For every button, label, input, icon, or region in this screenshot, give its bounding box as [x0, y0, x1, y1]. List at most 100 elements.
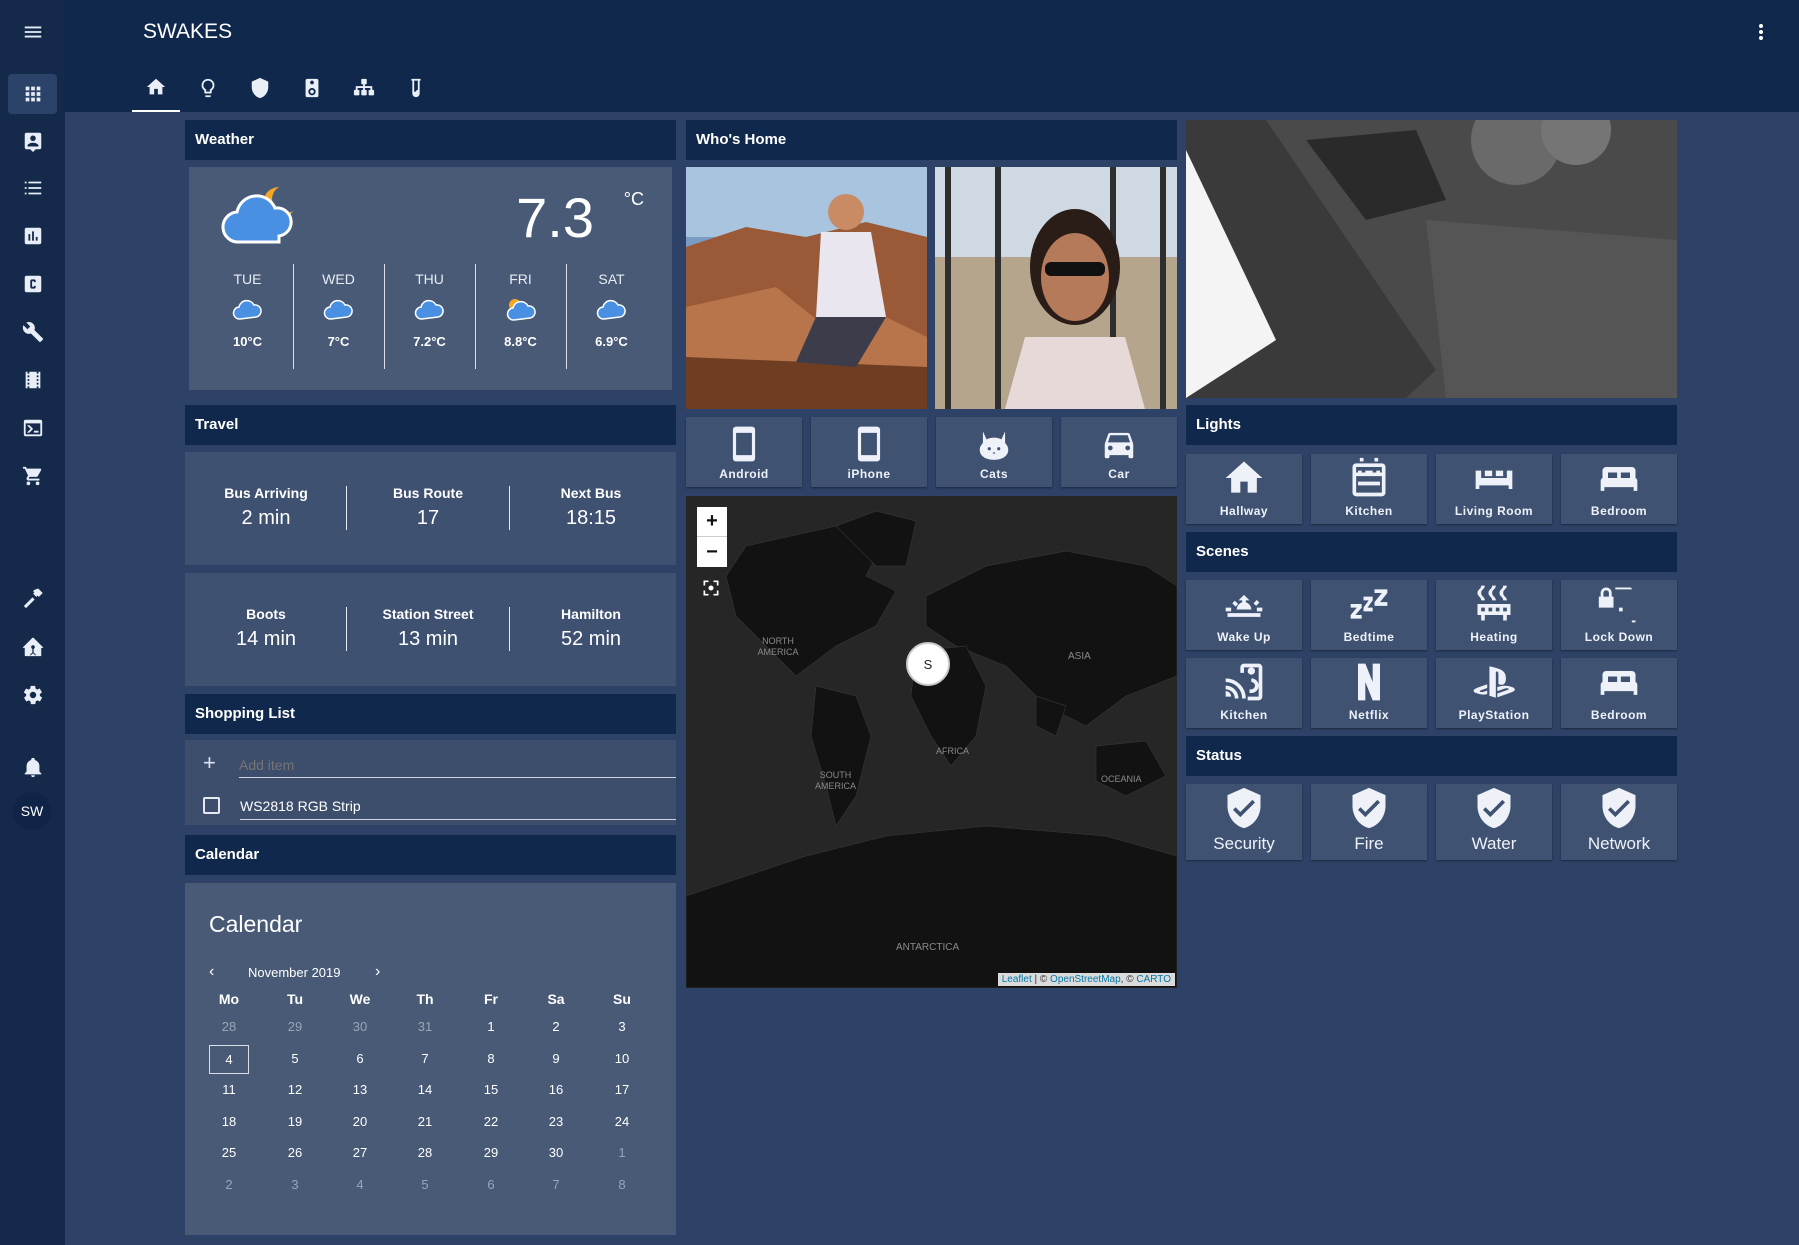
presence-iphone[interactable]: iPhone: [811, 417, 927, 487]
calendar-day[interactable]: 28: [199, 1019, 259, 1034]
calendar-day[interactable]: 17: [592, 1082, 652, 1097]
shopping-item[interactable]: WS2818 RGB Strip: [240, 796, 676, 820]
item-checkbox[interactable]: [203, 797, 220, 814]
calendar-day[interactable]: 27: [330, 1145, 390, 1160]
film-icon[interactable]: [8, 360, 57, 400]
status-network[interactable]: Network: [1561, 784, 1677, 860]
presence-android[interactable]: Android: [686, 417, 802, 487]
hammer-icon[interactable]: [8, 579, 57, 619]
light-hallway[interactable]: Hallway: [1186, 454, 1302, 524]
calendar-day[interactable]: 22: [461, 1114, 521, 1129]
zoom-out-button[interactable]: −: [697, 537, 727, 567]
calendar-day[interactable]: 9: [526, 1051, 586, 1066]
calendar-day[interactable]: 3: [265, 1177, 325, 1192]
person-photo-1[interactable]: [686, 167, 927, 409]
calendar-day[interactable]: 26: [265, 1145, 325, 1160]
chart-icon[interactable]: [8, 216, 57, 256]
list-icon[interactable]: [8, 168, 57, 208]
calendar-day[interactable]: 1: [592, 1145, 652, 1160]
light-bedroom[interactable]: Bedroom: [1561, 454, 1677, 524]
add-item-icon[interactable]: +: [203, 750, 216, 776]
person-card-icon[interactable]: [8, 121, 57, 161]
tab-security[interactable]: [236, 64, 284, 112]
scene-netflix[interactable]: Netflix: [1311, 658, 1427, 728]
scene-heating[interactable]: Heating: [1436, 580, 1552, 650]
scene-kitchen[interactable]: Kitchen: [1186, 658, 1302, 728]
tab-lights[interactable]: [184, 64, 232, 112]
calendar-day[interactable]: 8: [461, 1051, 521, 1066]
light-kitchen[interactable]: Kitchen: [1311, 454, 1427, 524]
scene-lock-down[interactable]: Lock Down: [1561, 580, 1677, 650]
calendar-day[interactable]: 2: [526, 1019, 586, 1034]
more-menu-icon[interactable]: [1749, 20, 1773, 44]
calendar-day[interactable]: 29: [461, 1145, 521, 1160]
calendar-day[interactable]: 4: [209, 1044, 249, 1074]
calendar-day[interactable]: 25: [199, 1145, 259, 1160]
calendar-day[interactable]: 30: [526, 1145, 586, 1160]
calendar-day[interactable]: 3: [592, 1019, 652, 1034]
light-living-room[interactable]: Living Room: [1436, 454, 1552, 524]
status-water[interactable]: Water: [1436, 784, 1552, 860]
prev-month-icon[interactable]: ‹: [209, 963, 214, 981]
leaflet-link[interactable]: Leaflet: [1002, 974, 1032, 985]
camera-feed[interactable]: [1186, 120, 1677, 398]
calendar-day[interactable]: 7: [395, 1051, 455, 1066]
weather-card[interactable]: 7.3 °C TUE 10°C WED 7°C THU 7.2°C FRI 8.…: [189, 167, 672, 390]
carto-link[interactable]: CARTO: [1136, 974, 1171, 985]
calendar-day[interactable]: 30: [330, 1019, 390, 1034]
calendar-day[interactable]: 10: [592, 1051, 652, 1066]
status-fire[interactable]: Fire: [1311, 784, 1427, 860]
calendar-day[interactable]: 11: [199, 1082, 259, 1097]
terminal-icon[interactable]: [8, 408, 57, 448]
gear-icon[interactable]: [8, 675, 57, 715]
person-photo-2[interactable]: [935, 167, 1177, 409]
calendar-day[interactable]: 7: [526, 1177, 586, 1192]
avatar[interactable]: SW: [13, 792, 51, 830]
tab-test[interactable]: [392, 64, 440, 112]
calendar-day[interactable]: 6: [330, 1051, 390, 1066]
scene-wake-up[interactable]: Wake Up: [1186, 580, 1302, 650]
tab-media[interactable]: [288, 64, 336, 112]
fit-map-icon[interactable]: [701, 578, 721, 598]
travel-row-2[interactable]: Boots 14 min Station Street 13 min Hamilto…: [185, 573, 676, 686]
calendar-day[interactable]: 14: [395, 1082, 455, 1097]
zoom-in-button[interactable]: +: [697, 507, 727, 537]
calendar-day[interactable]: 15: [461, 1082, 521, 1097]
presence-cats[interactable]: Cats: [936, 417, 1052, 487]
tab-network[interactable]: [340, 64, 388, 112]
calendar-day[interactable]: 23: [526, 1114, 586, 1129]
openstreetmap-link[interactable]: OpenStreetMap: [1050, 974, 1121, 985]
calendar-day[interactable]: 6: [461, 1177, 521, 1192]
calendar-day[interactable]: 31: [395, 1019, 455, 1034]
calendar-day[interactable]: 2: [199, 1177, 259, 1192]
calendar-day[interactable]: 8: [592, 1177, 652, 1192]
cart-icon[interactable]: [8, 456, 57, 496]
travel-row-1[interactable]: Bus Arriving 2 min Bus Route 17 Next Bus 18…: [185, 452, 676, 565]
tab-home[interactable]: [132, 64, 180, 112]
scene-bedtime[interactable]: Bedtime: [1311, 580, 1427, 650]
menu-icon[interactable]: [8, 12, 57, 52]
calendar-day[interactable]: 12: [265, 1082, 325, 1097]
calendar-day[interactable]: 5: [265, 1051, 325, 1066]
scene-playstation[interactable]: PlayStation: [1436, 658, 1552, 728]
home-assistant-icon[interactable]: [8, 627, 57, 667]
calendar-day[interactable]: 24: [592, 1114, 652, 1129]
calendar-day[interactable]: 16: [526, 1082, 586, 1097]
presence-car[interactable]: Car: [1061, 417, 1177, 487]
map[interactable]: NORTH AMERICA ASIA AFRICA SOUTH AMERICA …: [686, 496, 1177, 988]
calendar-day[interactable]: 29: [265, 1019, 325, 1034]
wrench-icon[interactable]: [8, 312, 57, 352]
bell-icon[interactable]: [8, 747, 57, 787]
calendar-day[interactable]: 21: [395, 1114, 455, 1129]
add-item-input[interactable]: [239, 752, 676, 778]
overview-icon[interactable]: [8, 74, 57, 114]
map-marker[interactable]: S: [906, 642, 950, 686]
calendar-day[interactable]: 18: [199, 1114, 259, 1129]
calendar-day[interactable]: 13: [330, 1082, 390, 1097]
status-security[interactable]: Security: [1186, 784, 1302, 860]
calendar-day[interactable]: 5: [395, 1177, 455, 1192]
calendar-day[interactable]: 1: [461, 1019, 521, 1034]
scene-bedroom[interactable]: Bedroom: [1561, 658, 1677, 728]
c-icon[interactable]: [8, 264, 57, 304]
calendar-day[interactable]: 28: [395, 1145, 455, 1160]
